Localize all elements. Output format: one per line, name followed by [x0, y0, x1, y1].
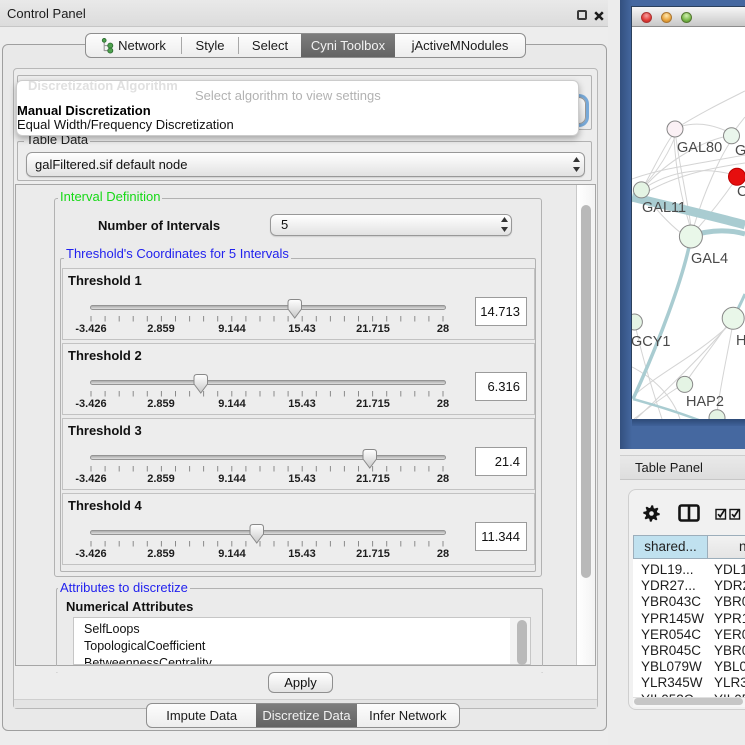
- svg-text:GAL4: GAL4: [691, 251, 728, 267]
- svg-text:GA: GA: [735, 143, 745, 159]
- svg-text:GAL11: GAL11: [642, 200, 686, 216]
- svg-text:HI: HI: [736, 333, 745, 349]
- svg-text:HAP2: HAP2: [686, 394, 724, 410]
- svg-text:GCY1: GCY1: [632, 334, 671, 350]
- svg-text:GAL80: GAL80: [677, 140, 722, 156]
- svg-text:CR: CR: [737, 184, 745, 200]
